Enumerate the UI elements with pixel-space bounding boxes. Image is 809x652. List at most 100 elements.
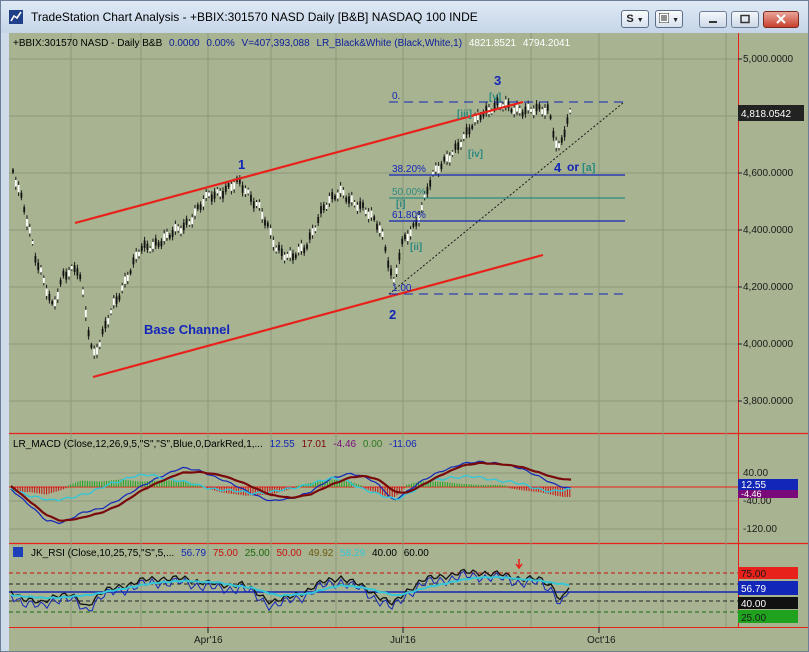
price-bar-body bbox=[121, 285, 124, 291]
price-bar-body bbox=[196, 204, 199, 209]
price-bar-body bbox=[252, 201, 255, 209]
price-bar-body bbox=[244, 188, 247, 195]
price-bar-body bbox=[362, 202, 364, 208]
price-bar-body bbox=[376, 223, 378, 230]
price-bar-body bbox=[216, 189, 219, 194]
price-bar-body bbox=[314, 227, 317, 232]
rsi-40-badge-label: 40.00 bbox=[741, 599, 766, 610]
price-bar-body bbox=[194, 208, 196, 216]
price-bar-body bbox=[171, 230, 174, 237]
chart-canvas: +BBIX:301570 NASD - Daily B&B 0.0000 0.0… bbox=[9, 33, 808, 651]
price-study-header: +BBIX:301570 NASD - Daily B&B 0.0000 0.0… bbox=[13, 38, 571, 49]
macd-value-d: 0.00 bbox=[363, 439, 383, 450]
price-bar-body bbox=[40, 267, 42, 273]
price-bar-body bbox=[208, 192, 210, 197]
price-bar-body bbox=[17, 184, 20, 193]
price-bar-body bbox=[115, 296, 118, 304]
wave-4-or-label: or bbox=[567, 160, 579, 174]
fib-0-label: 0. bbox=[392, 91, 400, 102]
price-bar-body bbox=[258, 202, 261, 208]
price-bar-body bbox=[510, 109, 513, 113]
price-bar-body bbox=[474, 115, 476, 123]
price-bar-body bbox=[535, 103, 538, 112]
price-bar-body bbox=[42, 277, 45, 283]
volume-label: V=407,393,088 bbox=[242, 38, 311, 49]
macd-value-a: 12.55 bbox=[270, 439, 295, 450]
price-bar-body bbox=[538, 104, 541, 110]
price-bar-body bbox=[110, 310, 112, 314]
price-bar-body bbox=[70, 266, 73, 270]
price-bar-body bbox=[269, 228, 272, 236]
rsi-value-h: 60.00 bbox=[404, 548, 429, 559]
macd-y-minus120: -120.00 bbox=[743, 524, 777, 535]
price-bar-body bbox=[222, 190, 224, 199]
wave-iii-label: [iii] bbox=[457, 109, 472, 120]
price-bar-body bbox=[93, 348, 96, 356]
price-bar-body bbox=[471, 125, 474, 129]
price-bar-body bbox=[367, 211, 370, 219]
price-bar-body bbox=[462, 134, 465, 139]
price-bar-body bbox=[219, 190, 222, 197]
rsi-study-icon[interactable] bbox=[13, 547, 23, 557]
rsi-value-c: 25.00 bbox=[245, 548, 270, 559]
price-bar-body bbox=[353, 201, 356, 206]
price-bar-body bbox=[90, 344, 93, 348]
price-bar-body bbox=[524, 106, 527, 115]
price-bar-body bbox=[227, 183, 230, 188]
rsi-value-g: 40.00 bbox=[372, 548, 397, 559]
y-label-4600: 4,600.0000 bbox=[743, 168, 793, 179]
price-bar-body bbox=[294, 254, 297, 259]
price-bar-body bbox=[544, 107, 546, 116]
price-bar-body bbox=[255, 202, 258, 207]
price-bar-body bbox=[286, 253, 289, 258]
price-bar-body bbox=[101, 328, 104, 335]
price-bar-body bbox=[521, 111, 524, 117]
rsi-value-a: 56.79 bbox=[181, 548, 206, 559]
wave-3-label: 3 bbox=[494, 73, 501, 88]
wave-1-label: 1 bbox=[238, 157, 245, 172]
price-bar-body bbox=[14, 180, 17, 187]
price-bar-body bbox=[84, 309, 87, 318]
price-bar-body bbox=[513, 107, 516, 115]
price-bar-body bbox=[465, 127, 468, 135]
price-bar-body bbox=[569, 109, 572, 113]
price-bar-body bbox=[59, 279, 62, 285]
price-pane bbox=[9, 33, 738, 433]
fib-618-label: 61.80% bbox=[392, 210, 426, 221]
price-bar-body bbox=[350, 195, 353, 203]
price-bar-body bbox=[541, 109, 544, 115]
macd-value-b: 17.01 bbox=[301, 439, 326, 450]
price-bar-body bbox=[563, 129, 566, 138]
price-bar-body bbox=[527, 103, 530, 111]
price-bar-body bbox=[558, 143, 560, 149]
price-bar-body bbox=[266, 222, 269, 227]
price-bar-body bbox=[325, 204, 328, 209]
y-label-5000: 5,000.0000 bbox=[743, 54, 793, 65]
price-bar-body bbox=[154, 238, 157, 246]
study-value-2: 4794.2041 bbox=[523, 38, 571, 49]
price-bar-body bbox=[138, 251, 140, 257]
price-bar-body bbox=[280, 248, 283, 257]
price-bar-body bbox=[364, 209, 367, 215]
price-bar-body bbox=[278, 244, 280, 251]
price-bar-body bbox=[434, 165, 437, 172]
wave-i-label: [i] bbox=[396, 199, 405, 210]
price-bar-body bbox=[549, 115, 552, 119]
price-bar-body bbox=[518, 108, 521, 114]
price-bar-body bbox=[98, 342, 101, 347]
price-bar-body bbox=[45, 288, 48, 296]
price-axis bbox=[738, 33, 808, 632]
price-bar-body bbox=[65, 272, 68, 280]
price-bar-body bbox=[213, 191, 216, 199]
price-bar-body bbox=[107, 318, 110, 325]
price-bar-body bbox=[292, 253, 294, 261]
rsi-value-f: 58.29 bbox=[340, 548, 365, 559]
price-bar-body bbox=[163, 233, 166, 241]
rsi-study-label: JK_RSI (Close,10,25,75,"S",5,... bbox=[31, 548, 174, 559]
price-bar-body bbox=[12, 169, 14, 173]
price-bar-body bbox=[104, 320, 107, 329]
price-bar-body bbox=[429, 179, 432, 187]
price-bar-body bbox=[457, 142, 460, 150]
price-bar-body bbox=[56, 292, 59, 300]
price-bar-body bbox=[79, 274, 82, 280]
